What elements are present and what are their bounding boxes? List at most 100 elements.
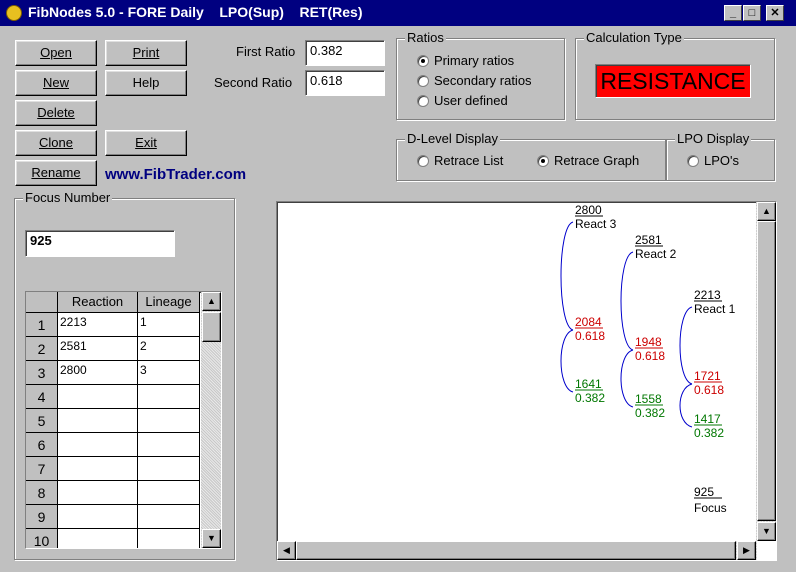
lpo-label: LPO's bbox=[704, 153, 739, 168]
new-button[interactable]: New bbox=[15, 70, 97, 96]
website-link[interactable]: www.FibTrader.com bbox=[105, 166, 246, 183]
maximize-button[interactable]: □ bbox=[743, 5, 761, 21]
reaction-cell[interactable] bbox=[58, 385, 138, 409]
grid-row-number[interactable]: 8 bbox=[26, 481, 58, 505]
user-defined-radio[interactable]: User defined bbox=[417, 93, 508, 108]
reaction-cell[interactable]: 2800 bbox=[58, 361, 138, 385]
radio-icon bbox=[417, 75, 429, 87]
primary-ratios-radio[interactable]: Primary ratios bbox=[417, 53, 514, 68]
lineage-cell[interactable]: 3 bbox=[138, 361, 200, 385]
lpo-radio[interactable]: LPO's bbox=[687, 153, 739, 168]
retrace-list-label: Retrace List bbox=[434, 153, 504, 168]
graph-scroll-right-icon[interactable]: ▶ bbox=[737, 541, 756, 560]
reaction-label: React 2 bbox=[635, 247, 677, 261]
grid-row-number[interactable]: 4 bbox=[26, 385, 58, 409]
reaction-label: React 1 bbox=[694, 302, 736, 316]
focus-number-legend: Focus Number bbox=[23, 190, 113, 205]
secondary-ratios-label: Secondary ratios bbox=[434, 73, 532, 88]
dlevel-display-legend: D-Level Display bbox=[405, 131, 501, 146]
lineage-cell[interactable] bbox=[138, 433, 200, 457]
rename-button[interactable]: Rename bbox=[15, 160, 97, 186]
open-button[interactable]: Open bbox=[15, 40, 97, 66]
lineage-column-header[interactable]: Lineage bbox=[138, 292, 200, 313]
reaction-cell[interactable] bbox=[58, 433, 138, 457]
grid-scroll-thumb[interactable] bbox=[202, 312, 221, 342]
radio-icon bbox=[687, 155, 699, 167]
reaction-cell[interactable] bbox=[58, 409, 138, 433]
focus-label: Focus bbox=[694, 501, 727, 515]
dlevel-display-group: D-Level Display Retrace List Retrace Gra… bbox=[396, 131, 666, 181]
focus-value: 925 bbox=[694, 485, 714, 499]
retrace-graph-canvas: 2800React 320840.61816410.3822581React 2… bbox=[560, 203, 736, 515]
lineage-cell[interactable] bbox=[138, 481, 200, 505]
retrace-bracket-upper bbox=[560, 221, 574, 331]
retrace-382-ratio: 0.382 bbox=[575, 391, 605, 405]
reaction-value: 2581 bbox=[635, 233, 662, 247]
graph-hscroll-thumb[interactable] bbox=[296, 541, 736, 560]
lineage-cell[interactable]: 2 bbox=[138, 337, 200, 361]
lineage-cell[interactable]: 1 bbox=[138, 313, 200, 337]
retrace-382-value: 1641 bbox=[575, 377, 602, 391]
retrace-382-value: 1558 bbox=[635, 392, 662, 406]
second-ratio-label: Second Ratio bbox=[214, 75, 293, 90]
delete-button[interactable]: Delete bbox=[15, 100, 97, 126]
secondary-ratios-radio[interactable]: Secondary ratios bbox=[417, 73, 532, 88]
retrace-graph: 2800 React 3 2084 0.618 1641 0.382 2581 React 2… bbox=[276, 201, 777, 561]
grid-row-number[interactable]: 7 bbox=[26, 457, 58, 481]
print-button[interactable]: Print bbox=[105, 40, 187, 66]
graph-vscroll-thumb[interactable] bbox=[757, 221, 776, 521]
retrace-list-radio[interactable]: Retrace List bbox=[417, 153, 503, 168]
graph-scroll-left-icon[interactable]: ◀ bbox=[277, 541, 296, 560]
grid-row-number[interactable]: 2 bbox=[26, 337, 58, 361]
reaction-cell[interactable]: 2213 bbox=[58, 313, 138, 337]
lineage-cell[interactable] bbox=[138, 505, 200, 529]
calculation-type-value: RESISTANCE bbox=[595, 64, 751, 98]
radio-icon bbox=[417, 155, 429, 167]
exit-button[interactable]: Exit bbox=[105, 130, 187, 156]
graph-scroll-up-icon[interactable]: ▲ bbox=[757, 202, 776, 221]
reaction-label: React 3 bbox=[575, 217, 617, 231]
reaction-cell[interactable]: 2581 bbox=[58, 337, 138, 361]
open-label: Open bbox=[40, 45, 72, 60]
reaction-cell[interactable] bbox=[58, 529, 138, 548]
grid-row-number[interactable]: 6 bbox=[26, 433, 58, 457]
grid-scroll-down-icon[interactable]: ▼ bbox=[202, 529, 221, 548]
grid-scroll-up-icon[interactable]: ▲ bbox=[202, 292, 221, 311]
grid-row-number[interactable]: 10 bbox=[26, 529, 58, 548]
graph-scroll-down-icon[interactable]: ▼ bbox=[757, 522, 776, 541]
grid-corner bbox=[26, 292, 58, 313]
grid-row-number[interactable]: 1 bbox=[26, 313, 58, 337]
lineage-cell[interactable] bbox=[138, 385, 200, 409]
reaction-cell[interactable] bbox=[58, 505, 138, 529]
retrace-bracket-upper bbox=[679, 306, 693, 385]
retrace-bracket-lower bbox=[620, 349, 634, 408]
print-label: Print bbox=[132, 45, 160, 60]
second-ratio-field[interactable]: 0.618 bbox=[305, 70, 385, 96]
retrace-382-ratio: 0.382 bbox=[694, 426, 724, 440]
clone-button[interactable]: Clone bbox=[15, 130, 97, 156]
reaction-value: 2213 bbox=[694, 288, 721, 302]
radio-selected-icon bbox=[417, 55, 429, 67]
ratios-legend: Ratios bbox=[405, 30, 446, 45]
minimize-button[interactable]: _ bbox=[724, 5, 742, 21]
retrace-618-value: 1948 bbox=[635, 335, 662, 349]
grid-row-number[interactable]: 5 bbox=[26, 409, 58, 433]
help-button[interactable]: Help bbox=[105, 70, 187, 96]
ratios-group: Ratios Primary ratios Secondary ratios U… bbox=[396, 30, 565, 120]
grid-row-number[interactable]: 3 bbox=[26, 361, 58, 385]
lineage-cell[interactable] bbox=[138, 529, 200, 548]
reaction-value: 2800 bbox=[575, 203, 602, 217]
retrace-graph-radio[interactable]: Retrace Graph bbox=[537, 153, 639, 168]
grid-row-number[interactable]: 9 bbox=[26, 505, 58, 529]
focus-number-field[interactable]: 925 bbox=[25, 230, 175, 257]
new-label: New bbox=[42, 75, 69, 90]
reaction-cell[interactable] bbox=[58, 457, 138, 481]
close-button[interactable]: ✕ bbox=[766, 5, 784, 21]
first-ratio-field[interactable]: 0.382 bbox=[305, 40, 385, 66]
reaction-cell[interactable] bbox=[58, 481, 138, 505]
retrace-bracket-lower bbox=[560, 329, 574, 393]
lineage-cell[interactable] bbox=[138, 409, 200, 433]
reaction-column-header[interactable]: Reaction bbox=[58, 292, 138, 313]
retrace-618-value: 1721 bbox=[694, 369, 721, 383]
lineage-cell[interactable] bbox=[138, 457, 200, 481]
